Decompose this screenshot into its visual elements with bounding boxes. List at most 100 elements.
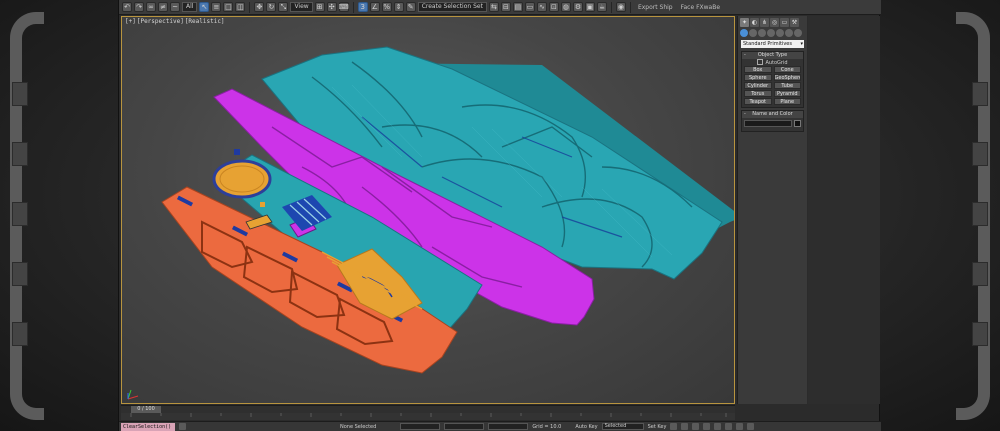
object-type-rollout: Object Type AutoGrid Box Cone Sphere Geo… <box>741 51 804 108</box>
zoom-icon[interactable] <box>725 423 733 430</box>
autogrid-checkbox[interactable]: AutoGrid <box>742 59 803 66</box>
set-key-button[interactable]: Set Key <box>648 424 667 430</box>
export-ship-button[interactable]: Export Ship <box>635 4 676 11</box>
rotate-icon[interactable]: ↻ <box>266 2 277 12</box>
motion-tab-icon[interactable]: ◎ <box>770 18 779 27</box>
spinner-snap-icon[interactable]: ⇕ <box>393 2 404 12</box>
torus-button[interactable]: Torus <box>744 90 772 97</box>
left-bracket-notch <box>12 322 28 346</box>
schematic-view-icon[interactable]: ⊡ <box>548 2 559 12</box>
next-frame-icon[interactable] <box>703 423 711 430</box>
reference-coordinate-dropdown[interactable]: View <box>290 2 313 12</box>
mirror-icon[interactable]: ⇆ <box>488 2 499 12</box>
key-filter-dropdown[interactable]: Selected <box>601 423 644 430</box>
utilities-tab-icon[interactable]: ⚒ <box>790 18 799 27</box>
name-and-color-header[interactable]: Name and Color <box>742 111 803 118</box>
select-manipulate-icon[interactable]: ✣ <box>326 2 337 12</box>
render-setup-icon[interactable]: ⚙ <box>572 2 583 12</box>
perspective-viewport[interactable]: [+][Perspective][Realistic] <box>121 16 735 404</box>
unlink-icon[interactable]: ≠ <box>158 2 168 12</box>
goto-start-icon[interactable] <box>670 423 678 430</box>
systems-icon[interactable] <box>794 29 802 37</box>
geosphere-button[interactable]: GeoSphere <box>773 74 801 81</box>
cone-button[interactable]: Cone <box>773 66 801 73</box>
select-object-icon[interactable]: ↖ <box>199 2 210 12</box>
object-color-swatch[interactable] <box>794 120 801 127</box>
cameras-icon[interactable] <box>767 29 775 37</box>
space-warps-icon[interactable] <box>785 29 793 37</box>
snaps-toggle-icon[interactable]: 3 <box>357 2 368 12</box>
left-bracket-notch <box>12 202 28 226</box>
selection-status: None Selected <box>340 423 377 430</box>
edit-named-selection-icon[interactable]: ✎ <box>405 2 416 12</box>
object-name-field[interactable] <box>744 120 792 127</box>
teapot-button[interactable]: Teapot <box>744 98 772 105</box>
sphere-button[interactable]: Sphere <box>744 74 772 81</box>
grid-status: Grid = 10.0 <box>532 423 562 430</box>
hierarchy-tab-icon[interactable]: ⋔ <box>760 18 769 27</box>
command-panel: ✦ ◐ ⋔ ◎ ▭ ⚒ Standard Primitives Object T… <box>737 16 807 404</box>
toggle-ribbon-icon[interactable]: ▭ <box>524 2 535 12</box>
material-editor-icon[interactable]: ◍ <box>560 2 571 12</box>
selection-filter-dropdown[interactable]: All <box>182 2 198 12</box>
z-coordinate-field[interactable] <box>488 423 529 430</box>
scale-icon[interactable]: ⤡ <box>278 2 289 12</box>
plane-button[interactable]: Plane <box>773 98 801 105</box>
selection-lock-icon[interactable] <box>179 423 186 430</box>
time-slider-thumb[interactable]: 0 / 100 <box>131 406 161 413</box>
small-blue-marker <box>234 149 240 155</box>
track-bar[interactable] <box>121 413 735 420</box>
create-tab-icon[interactable]: ✦ <box>740 18 749 27</box>
primitive-type-dropdown[interactable]: Standard Primitives <box>741 40 804 48</box>
window-crossing-icon[interactable]: ◫ <box>235 2 246 12</box>
render-production-icon[interactable]: ☕ <box>596 2 607 12</box>
render-iterative-icon[interactable]: ◉ <box>615 2 626 12</box>
angle-snap-icon[interactable]: ∠ <box>369 2 380 12</box>
curve-editor-icon[interactable]: ∿ <box>536 2 547 12</box>
orbit-icon[interactable] <box>736 423 744 430</box>
right-frame-bracket <box>934 12 994 420</box>
layer-explorer-icon[interactable]: ▤ <box>512 2 523 12</box>
right-bracket-notch <box>972 322 988 346</box>
time-slider[interactable]: 0 / 100 <box>121 405 735 413</box>
pyramid-button[interactable]: Pyramid <box>773 90 801 97</box>
tube-button[interactable]: Tube <box>773 82 801 89</box>
select-by-name-icon[interactable]: ≡ <box>211 2 222 12</box>
align-icon[interactable]: ⊟ <box>500 2 511 12</box>
helpers-icon[interactable] <box>776 29 784 37</box>
goto-end-icon[interactable] <box>714 423 722 430</box>
right-empty-area <box>808 16 880 404</box>
percent-snap-icon[interactable]: % <box>381 2 392 12</box>
modify-tab-icon[interactable]: ◐ <box>750 18 759 27</box>
pivot-center-icon[interactable]: ⊞ <box>314 2 325 12</box>
box-button[interactable]: Box <box>744 66 772 73</box>
rectangular-selection-icon[interactable]: □ <box>223 2 234 12</box>
face-fx-button[interactable]: Face FXwaBe <box>678 4 723 11</box>
play-icon[interactable] <box>692 423 700 430</box>
object-type-buttons: Box Cone Sphere GeoSphere Cylinder Tube … <box>742 66 803 105</box>
lights-icon[interactable] <box>758 29 766 37</box>
redo-icon[interactable]: ↷ <box>134 2 144 12</box>
left-bracket-notch <box>12 142 28 166</box>
link-icon[interactable]: ∞ <box>146 2 156 12</box>
object-type-header[interactable]: Object Type <box>742 52 803 59</box>
previous-frame-icon[interactable] <box>681 423 689 430</box>
keyboard-shortcut-override-icon[interactable]: ⌨ <box>339 2 349 12</box>
rendered-frame-window-icon[interactable]: ▣ <box>584 2 595 12</box>
status-bar: ClearSelection() None Selected Grid = 10… <box>119 421 881 431</box>
left-bracket-notch <box>12 262 28 286</box>
right-bracket-notch <box>972 142 988 166</box>
display-tab-icon[interactable]: ▭ <box>780 18 789 27</box>
x-coordinate-field[interactable] <box>400 423 441 430</box>
cylinder-button[interactable]: Cylinder <box>744 82 772 89</box>
auto-key-button[interactable]: Auto Key <box>575 424 597 430</box>
undo-icon[interactable]: ↶ <box>122 2 132 12</box>
bind-space-warp-icon[interactable]: ~ <box>170 2 180 12</box>
move-icon[interactable]: ✥ <box>254 2 265 12</box>
geometry-icon[interactable] <box>740 29 748 37</box>
maximize-viewport-icon[interactable] <box>747 423 755 430</box>
named-selection-set-dropdown[interactable]: Create Selection Set <box>417 2 487 12</box>
maxscript-listener[interactable]: ClearSelection() <box>121 422 175 431</box>
y-coordinate-field[interactable] <box>444 423 485 430</box>
shapes-icon[interactable] <box>749 29 757 37</box>
